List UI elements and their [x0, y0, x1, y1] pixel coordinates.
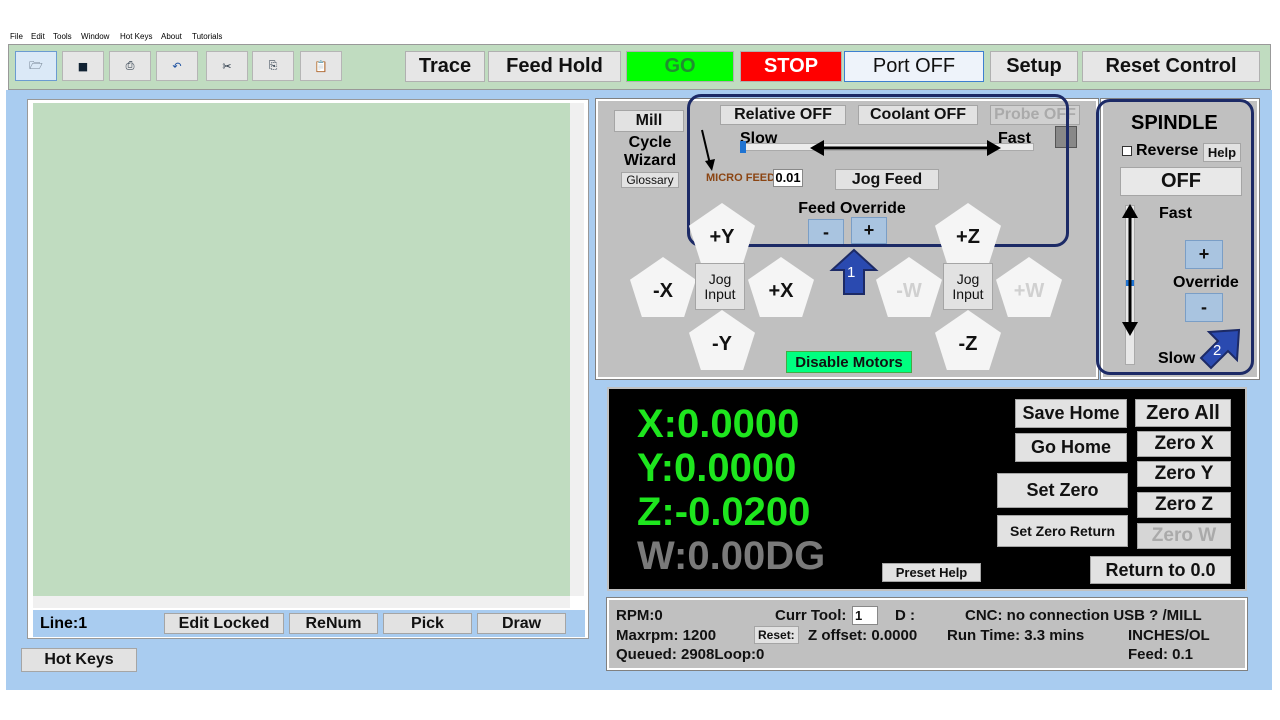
- status-panel: RPM:0 Curr Tool: 1 D : CNC: no connectio…: [606, 597, 1248, 671]
- reset-control-button[interactable]: Reset Control: [1082, 51, 1260, 82]
- callout-2-number: 2: [1213, 342, 1222, 359]
- preset-help-button[interactable]: Preset Help: [882, 563, 981, 582]
- save-file-button[interactable]: ■: [62, 51, 104, 81]
- dro-y-value: Y:0.0000: [637, 446, 797, 490]
- gcode-editor[interactable]: [33, 103, 570, 596]
- print-button[interactable]: ⎙: [109, 51, 151, 81]
- undo-icon: ↶: [172, 59, 182, 73]
- return-to-zero-button[interactable]: Return to 0.0: [1090, 556, 1231, 584]
- set-zero-button[interactable]: Set Zero: [997, 473, 1128, 508]
- port-button[interactable]: Port OFF: [844, 51, 984, 82]
- rpm-readout: RPM:0: [616, 607, 663, 624]
- zero-w-button[interactable]: Zero W: [1137, 523, 1231, 549]
- copy-icon: ⎘: [268, 59, 278, 72]
- menu-hot-keys[interactable]: Hot Keys: [120, 32, 152, 41]
- editor-horizontal-scrollbar[interactable]: [33, 596, 570, 608]
- save-home-button[interactable]: Save Home: [1015, 399, 1127, 428]
- line-indicator: Line:1: [40, 615, 88, 632]
- curr-tool-label: Curr Tool:: [775, 607, 847, 624]
- save-icon: ■: [77, 59, 89, 73]
- menu-tools[interactable]: Tools: [53, 32, 72, 41]
- curr-tool-input[interactable]: 1: [852, 606, 878, 625]
- jog-input-xy-button[interactable]: Jog Input: [695, 263, 745, 310]
- open-file-button[interactable]: 🗁: [15, 51, 57, 81]
- set-zero-return-button[interactable]: Set Zero Return: [997, 515, 1128, 547]
- zero-all-button[interactable]: Zero All: [1135, 399, 1231, 427]
- paste-button[interactable]: 📋: [300, 51, 342, 81]
- print-icon: ⎙: [125, 59, 135, 72]
- open-folder-icon: 🗁: [29, 58, 43, 72]
- jog-input-zw-button[interactable]: Jog Input: [943, 263, 993, 310]
- z-offset-readout: Z offset: 0.0000: [808, 627, 918, 644]
- mill-button[interactable]: Mill: [614, 110, 684, 132]
- trace-button[interactable]: Trace: [405, 51, 485, 82]
- renum-button[interactable]: ReNum: [289, 613, 378, 634]
- menu-edit[interactable]: Edit: [31, 32, 45, 41]
- maxrpm-readout: Maxrpm: 1200: [616, 627, 717, 644]
- go-home-button[interactable]: Go Home: [1015, 433, 1127, 462]
- feed-readout: Feed: 0.1: [1128, 646, 1194, 663]
- menu-tutorials[interactable]: Tutorials: [192, 32, 222, 41]
- cnc-connection-status: CNC: no connection USB ? /MILL: [965, 607, 1202, 624]
- hot-keys-button[interactable]: Hot Keys: [21, 648, 137, 672]
- zero-y-button[interactable]: Zero Y: [1137, 461, 1231, 487]
- toolbar: 🗁 ■ ⎙ ↶ ✂ ⎘ 📋 Trace Feed Hold GO STOP Po…: [8, 44, 1271, 90]
- undo-button[interactable]: ↶: [156, 51, 198, 81]
- cut-button[interactable]: ✂: [206, 51, 248, 81]
- dro-z-value: Z:-0.0200: [637, 490, 811, 534]
- copy-button[interactable]: ⎘: [252, 51, 294, 81]
- setup-button[interactable]: Setup: [990, 51, 1078, 82]
- units-readout: INCHES/OL: [1128, 627, 1210, 644]
- zero-z-button[interactable]: Zero Z: [1137, 492, 1231, 518]
- editor-vertical-scrollbar[interactable]: [570, 103, 584, 596]
- go-button[interactable]: GO: [626, 51, 734, 82]
- draw-button[interactable]: Draw: [477, 613, 566, 634]
- menu-about[interactable]: About: [161, 32, 182, 41]
- paste-icon: 📋: [314, 59, 328, 73]
- menu-window[interactable]: Window: [81, 32, 109, 41]
- disable-motors-button[interactable]: Disable Motors: [786, 351, 912, 373]
- callout-1-number: 1: [847, 264, 856, 281]
- dro-x-value: X:0.0000: [637, 402, 800, 446]
- run-time-readout: Run Time: 3.3 mins: [947, 627, 1085, 644]
- cycle-wizard-button[interactable]: Cycle Wizard: [618, 134, 682, 170]
- menu-file[interactable]: File: [10, 32, 23, 41]
- pick-button[interactable]: Pick: [383, 613, 472, 634]
- dro-w-value: W:0.00DG: [637, 534, 826, 578]
- d-readout: D :: [895, 607, 915, 624]
- stop-button[interactable]: STOP: [740, 51, 842, 82]
- reset-button[interactable]: Reset:: [754, 626, 799, 644]
- queued-readout: Queued: 2908Loop:0: [616, 646, 765, 663]
- zero-x-button[interactable]: Zero X: [1137, 431, 1231, 457]
- cut-icon: ✂: [222, 59, 232, 73]
- glossary-button[interactable]: Glossary: [621, 172, 679, 188]
- feed-hold-button[interactable]: Feed Hold: [488, 51, 621, 82]
- menu-bar: File Edit Tools Window Hot Keys About Tu…: [0, 30, 1280, 44]
- edit-locked-button[interactable]: Edit Locked: [164, 613, 284, 634]
